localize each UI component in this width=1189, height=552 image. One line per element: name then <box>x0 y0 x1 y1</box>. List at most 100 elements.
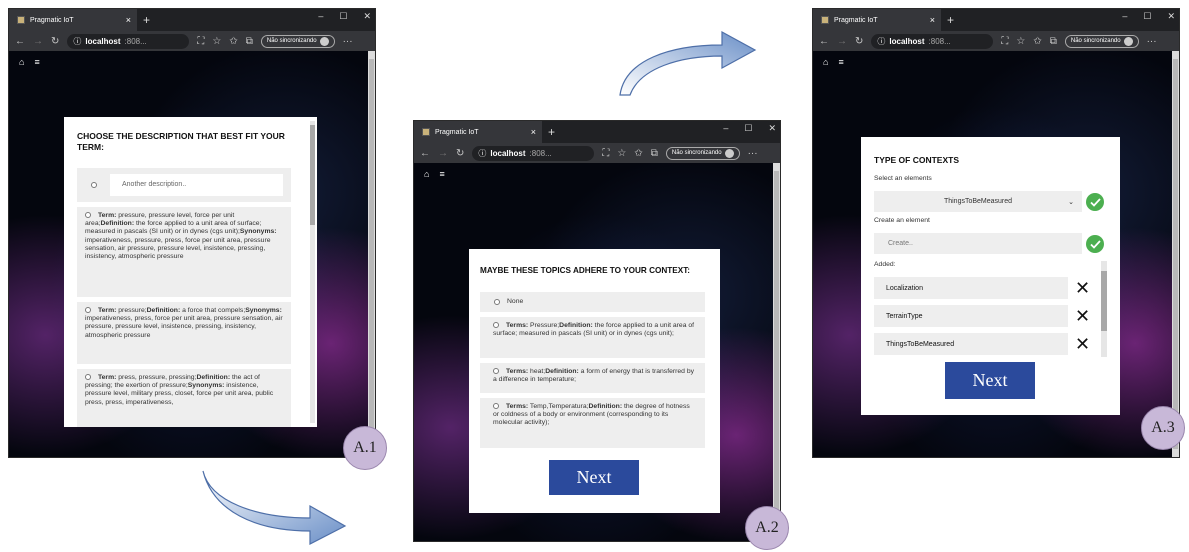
list-item[interactable]: Terms: Pressure;Definition: the force ap… <box>480 317 705 358</box>
url-field[interactable]: ⓘ localhost:808... <box>472 145 595 161</box>
tab-close-icon[interactable]: × <box>930 15 941 25</box>
close-window-icon[interactable]: ✕ <box>768 123 776 134</box>
element-select[interactable]: ThingsToBeMeasured ⌄ <box>874 191 1082 212</box>
home-icon[interactable]: ⌂ <box>19 57 24 67</box>
next-button[interactable]: Next <box>945 362 1035 399</box>
dialog-title: MAYBE THESE TOPICS ADHERE TO YOUR CONTEX… <box>480 266 691 275</box>
browser-tab[interactable]: Pragmatic IoT × <box>414 121 542 143</box>
added-item-label: Localization <box>886 284 923 292</box>
browser-tab[interactable]: Pragmatic IoT × <box>9 9 137 31</box>
browser-tab[interactable]: Pragmatic IoT × <box>813 9 941 31</box>
next-button[interactable]: Next <box>549 460 639 495</box>
back-icon[interactable]: ← <box>420 148 430 159</box>
added-item-label: TerrainType <box>886 312 923 320</box>
radio-button[interactable] <box>494 299 500 305</box>
url-field[interactable]: ⓘ localhost:808... <box>67 33 190 49</box>
home-icon[interactable]: ⌂ <box>823 57 828 67</box>
new-tab-icon[interactable]: + <box>143 13 150 27</box>
added-list-scrollbar[interactable] <box>1101 261 1107 357</box>
read-aloud-icon[interactable]: ⛶ <box>1001 36 1008 47</box>
term-value: heat; <box>528 368 546 375</box>
more-icon[interactable]: ··· <box>1147 36 1157 47</box>
list-item[interactable]: Terms: Temp,Temperatura;Definition: the … <box>480 398 705 448</box>
menu-icon[interactable]: ≡ <box>838 57 843 67</box>
collections-icon[interactable]: ⧉ <box>246 36 253 47</box>
page-scrollbar[interactable] <box>368 51 375 457</box>
sync-button[interactable]: Não sincronizando <box>1064 34 1139 48</box>
url-field[interactable]: ⓘ localhost:808... <box>871 33 994 49</box>
home-icon[interactable]: ⌂ <box>424 169 429 179</box>
flow-arrow-top <box>619 30 757 96</box>
read-aloud-icon[interactable]: ⛶ <box>602 148 609 159</box>
maximize-icon[interactable]: ☐ <box>339 11 347 22</box>
new-tab-icon[interactable]: + <box>947 13 954 27</box>
url-host: localhost <box>889 36 925 46</box>
tab-close-icon[interactable]: × <box>126 15 137 25</box>
radio-button[interactable] <box>493 322 499 328</box>
back-icon[interactable]: ← <box>15 36 25 47</box>
sync-button[interactable]: Não sincronizando <box>260 34 335 48</box>
window-controls: – ☐ ✕ <box>723 123 776 134</box>
remove-icon[interactable]: ✕ <box>1075 279 1090 297</box>
favorites-list-icon[interactable]: ✩ <box>634 148 642 159</box>
term-label: Terms: <box>506 368 529 375</box>
confirm-create-check-icon[interactable] <box>1086 235 1104 253</box>
scrollbar-thumb[interactable] <box>310 125 315 225</box>
favorite-icon[interactable]: ☆ <box>212 36 221 47</box>
forward-icon[interactable]: → <box>438 148 448 159</box>
page-scrollbar[interactable] <box>773 163 780 541</box>
synonyms-label: Synonyms: <box>239 228 277 236</box>
radio-button[interactable] <box>493 368 499 374</box>
favorites-list-icon[interactable]: ✩ <box>229 36 237 47</box>
radio-button[interactable] <box>85 374 91 380</box>
radio-button[interactable] <box>493 403 499 409</box>
menu-icon[interactable]: ≡ <box>439 169 444 179</box>
page-scrollbar[interactable] <box>1172 51 1179 457</box>
minimize-icon[interactable]: – <box>1122 11 1127 22</box>
create-input[interactable]: Create.. <box>874 233 1082 254</box>
forward-icon[interactable]: → <box>33 36 43 47</box>
maximize-icon[interactable]: ☐ <box>1143 11 1151 22</box>
favorites-list-icon[interactable]: ✩ <box>1033 36 1041 47</box>
collections-icon[interactable]: ⧉ <box>651 148 658 159</box>
forward-icon[interactable]: → <box>837 36 847 47</box>
more-icon[interactable]: ··· <box>748 148 758 159</box>
list-item[interactable]: Terms: heat;Definition: a form of energy… <box>480 363 705 393</box>
favorite-icon[interactable]: ☆ <box>617 148 626 159</box>
list-item[interactable]: Term: press, pressure, pressing;Definiti… <box>77 369 291 427</box>
radio-button[interactable] <box>91 182 97 188</box>
close-window-icon[interactable]: ✕ <box>363 11 371 22</box>
minimize-icon[interactable]: – <box>318 11 323 22</box>
description-input[interactable]: Another description.. <box>110 174 283 196</box>
new-tab-icon[interactable]: + <box>548 125 555 139</box>
list-item[interactable]: Term: pressure;Definition: a force that … <box>77 302 291 364</box>
tab-close-icon[interactable]: × <box>531 127 542 137</box>
scrollbar-thumb[interactable] <box>1173 59 1178 449</box>
favorite-icon[interactable]: ☆ <box>1016 36 1025 47</box>
more-icon[interactable]: ··· <box>343 36 353 47</box>
remove-icon[interactable]: ✕ <box>1075 307 1090 325</box>
read-aloud-icon[interactable]: ⛶ <box>197 36 204 47</box>
menu-icon[interactable]: ≡ <box>34 57 39 67</box>
close-window-icon[interactable]: ✕ <box>1167 11 1175 22</box>
confirm-select-check-icon[interactable] <box>1086 193 1104 211</box>
sync-button[interactable]: Não sincronizando <box>665 146 740 160</box>
back-icon[interactable]: ← <box>819 36 829 47</box>
option-none[interactable]: None <box>480 292 705 312</box>
option-another-description[interactable]: Another description.. <box>77 168 291 202</box>
scrollbar-thumb[interactable] <box>774 171 779 533</box>
minimize-icon[interactable]: – <box>723 123 728 134</box>
radio-button[interactable] <box>85 307 91 313</box>
maximize-icon[interactable]: ☐ <box>744 123 752 134</box>
reload-icon[interactable]: ↻ <box>456 148 464 159</box>
radio-button[interactable] <box>85 212 91 218</box>
reload-icon[interactable]: ↻ <box>855 36 863 47</box>
remove-icon[interactable]: ✕ <box>1075 335 1090 353</box>
collections-icon[interactable]: ⧉ <box>1050 36 1057 47</box>
dialog-scrollbar[interactable] <box>310 121 315 423</box>
list-item[interactable]: Term: pressure, pressure level, force pe… <box>77 207 291 297</box>
scrollbar-thumb[interactable] <box>1101 271 1107 331</box>
scrollbar-thumb[interactable] <box>369 59 374 449</box>
reload-icon[interactable]: ↻ <box>51 36 59 47</box>
url-port: :808... <box>928 36 951 46</box>
